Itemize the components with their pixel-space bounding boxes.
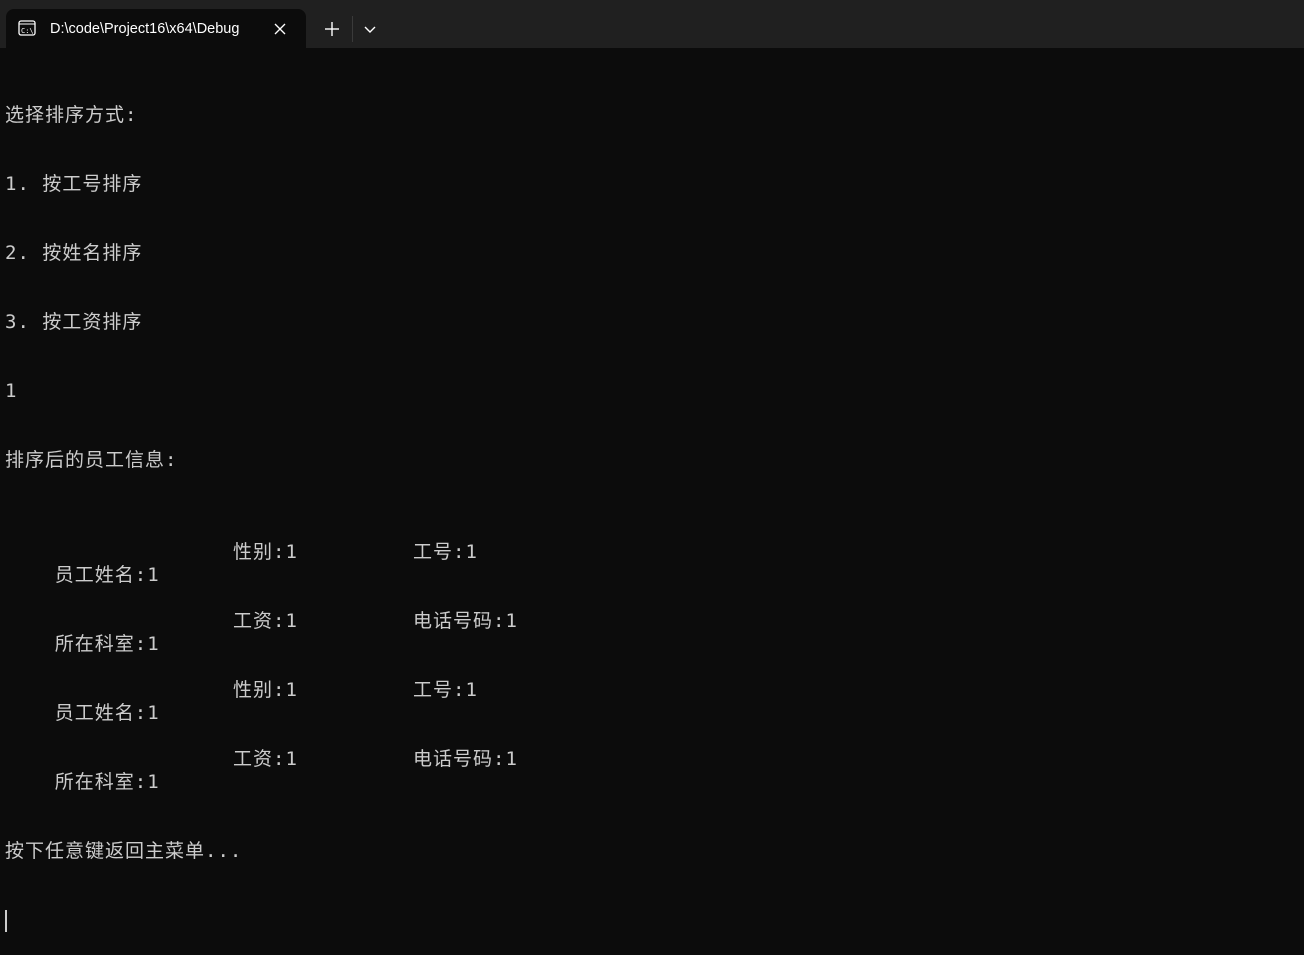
new-tab-button[interactable] <box>320 17 344 41</box>
record-row: 员工姓名:1 性别:1 工号:1 <box>5 541 1295 586</box>
menu-option-3: 3. 按工资排序 <box>5 311 143 333</box>
tab-dropdown-button[interactable] <box>358 17 382 41</box>
employee-name: 员工姓名:1 <box>54 702 160 724</box>
employee-phone: 电话号码:1 <box>413 748 518 770</box>
result-header: 排序后的员工信息: <box>5 449 178 471</box>
record-row: 员工姓名:1 性别:1 工号:1 <box>5 679 1295 724</box>
record-row: 所在科室:1 工资:1 电话号码:1 <box>5 610 1295 655</box>
employee-gender: 性别:1 <box>233 541 298 563</box>
employee-id: 工号:1 <box>413 541 478 563</box>
user-input-line: 1 <box>5 380 18 402</box>
employee-dept: 所在科室:1 <box>54 771 160 793</box>
employee-name: 员工姓名:1 <box>54 564 160 586</box>
terminal-tab[interactable]: C:\ D:\code\Project16\x64\Debug <box>6 9 306 48</box>
menu-option-2: 2. 按姓名排序 <box>5 242 143 264</box>
svg-text:C:\: C:\ <box>21 27 34 35</box>
footer-prompt: 按下任意键返回主菜单... <box>5 840 243 862</box>
employee-salary: 工资:1 <box>233 610 298 632</box>
employee-salary: 工资:1 <box>233 748 298 770</box>
console-output[interactable]: 选择排序方式: 1. 按工号排序 2. 按姓名排序 3. 按工资排序 1 排序后… <box>5 58 1295 932</box>
tab-title: D:\code\Project16\x64\Debug <box>50 21 240 37</box>
menu-option-1: 1. 按工号排序 <box>5 173 143 195</box>
terminal-icon: C:\ <box>18 20 36 36</box>
console-line: 选择排序方式: <box>5 104 138 126</box>
employee-dept: 所在科室:1 <box>54 633 160 655</box>
employee-phone: 电话号码:1 <box>413 610 518 632</box>
tab-separator <box>352 16 353 42</box>
chevron-down-icon <box>364 26 376 33</box>
employee-gender: 性别:1 <box>233 679 298 701</box>
employee-id: 工号:1 <box>413 679 478 701</box>
title-bar: C:\ D:\code\Project16\x64\Debug <box>0 0 1304 48</box>
record-row: 所在科室:1 工资:1 电话号码:1 <box>5 748 1295 793</box>
close-icon[interactable] <box>270 19 290 39</box>
text-cursor <box>5 910 7 932</box>
plus-icon <box>325 22 339 36</box>
